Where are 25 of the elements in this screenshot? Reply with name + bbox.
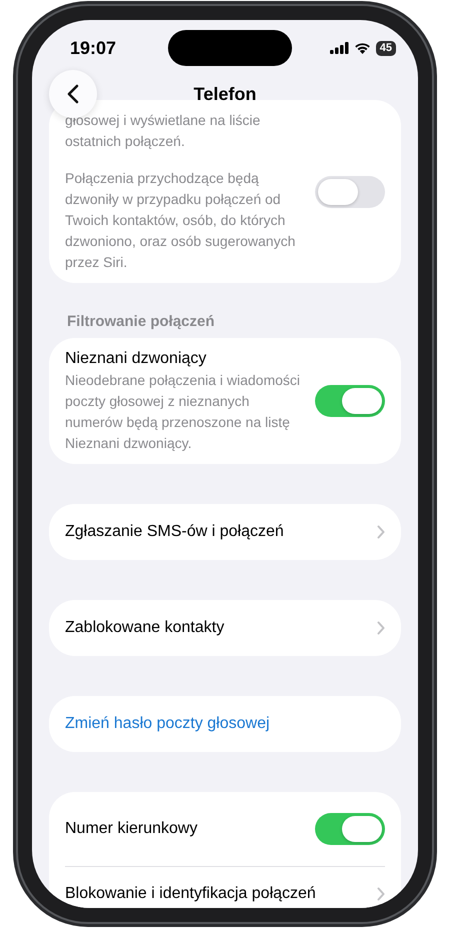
toggle-switch[interactable]	[315, 176, 385, 208]
settings-row[interactable]: Blokowanie i identyfikacja połączeń	[65, 867, 385, 908]
setting-label: Nieznani dzwoniący	[65, 349, 208, 369]
chevron-right-icon	[377, 525, 385, 539]
chevron-right-icon	[377, 621, 385, 635]
signal-icon	[330, 42, 349, 54]
screen-title: Telefon	[194, 84, 256, 104]
status-time: 19:07	[70, 38, 118, 58]
toggle-switch[interactable]	[315, 813, 385, 845]
back-chevron-icon	[67, 84, 79, 104]
setting-label: Numer kierunkowy	[65, 819, 198, 839]
setting-description: Nieodebrane połączenia i wiadomości poczty głosowej z nieznanych numerów będą przenoszone na listę Nieznani dzwoniący.	[65, 371, 302, 453]
toggle-switch[interactable]	[315, 385, 385, 417]
section-header: Filtrowanie połączeń	[67, 313, 216, 330]
setting-label: Blokowanie i identyfikacja połączeń	[65, 884, 316, 904]
voicemail-password-link[interactable]: Zmień hasło poczty głosowej	[65, 713, 270, 735]
settings-row[interactable]: Zablokowane kontakty	[65, 600, 385, 656]
setting-label: Zgłaszanie SMS-ów i połączeń	[65, 522, 284, 542]
chevron-right-icon	[377, 887, 385, 901]
setting-description: Połączenia przychodzące będą dzwoniły w przypadku połączeń od Twoich kontaktów, osób, do których dzwoniono, oraz osób sugerowanych przez Siri.	[65, 169, 296, 272]
battery-level: 45	[376, 40, 396, 56]
settings-row[interactable]: Zgłaszanie SMS-ów i połączeń	[65, 504, 385, 560]
setting-description: głosowej i wyświetlane na liście ostatnich połączeń.	[65, 111, 262, 151]
setting-label: Zablokowane kontakty	[65, 618, 224, 638]
wifi-icon	[354, 42, 371, 54]
